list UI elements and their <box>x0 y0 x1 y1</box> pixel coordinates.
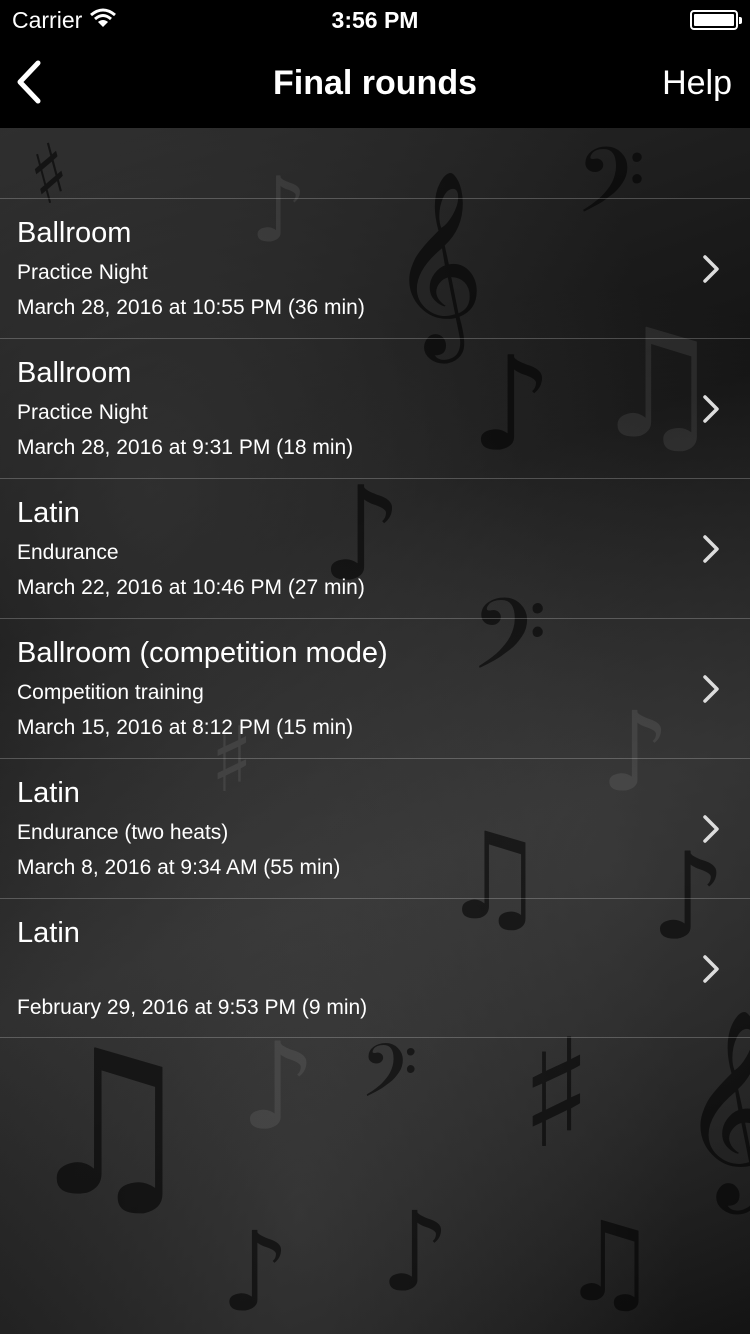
treble-clef-icon: 𝄞 <box>680 1008 750 1206</box>
round-row[interactable]: Ballroom Practice Night March 28, 2016 a… <box>0 338 750 478</box>
round-title: Ballroom (competition mode) <box>17 637 388 669</box>
round-date: March 15, 2016 at 8:12 PM (15 min) <box>17 716 354 739</box>
round-date: March 28, 2016 at 9:31 PM (18 min) <box>17 436 354 459</box>
carrier-label: Carrier <box>12 6 83 33</box>
beamed-notes-icon: ♫ <box>560 1198 659 1326</box>
chevron-right-icon <box>703 535 719 563</box>
eighth-note-icon: ♪ <box>380 1188 451 1316</box>
round-date: March 28, 2016 at 10:55 PM (36 min) <box>17 296 365 319</box>
rounds-list: Ballroom Practice Night March 28, 2016 a… <box>0 198 750 1038</box>
round-row[interactable]: Ballroom (competition mode) Competition … <box>0 618 750 758</box>
round-subtitle: Endurance <box>17 541 119 564</box>
chevron-right-icon <box>703 675 719 703</box>
round-subtitle: Practice Night <box>17 401 148 424</box>
round-row[interactable]: Latin Endurance (two heats) March 8, 201… <box>0 758 750 898</box>
status-bar: Carrier 3:56 PM <box>0 0 750 40</box>
round-date: February 29, 2016 at 9:53 PM (9 min) <box>17 996 368 1019</box>
round-title: Latin <box>17 917 80 949</box>
round-subtitle: Competition training <box>17 681 204 704</box>
help-button[interactable]: Help <box>662 64 732 103</box>
chevron-right-icon <box>703 255 719 283</box>
round-row[interactable]: Latin Endurance March 22, 2016 at 10:46 … <box>0 478 750 618</box>
page-title: Final rounds <box>273 64 477 102</box>
status-left: Carrier <box>12 6 117 34</box>
bass-clef-icon: 𝄢 <box>360 1028 418 1133</box>
chevron-right-icon <box>703 955 719 983</box>
round-title: Latin <box>17 777 80 809</box>
round-date: March 8, 2016 at 9:34 AM (55 min) <box>17 856 341 879</box>
round-row[interactable]: Ballroom Practice Night March 28, 2016 a… <box>0 198 750 338</box>
chevron-right-icon <box>703 395 719 423</box>
round-date: March 22, 2016 at 10:46 PM (27 min) <box>17 576 365 599</box>
chevron-right-icon <box>703 815 719 843</box>
round-subtitle: Practice Night <box>17 261 148 284</box>
eighth-note-icon: ♪ <box>240 1018 317 1157</box>
navigation-bar: Final rounds Help <box>0 40 750 128</box>
eighth-note-icon: ♪ <box>220 1208 291 1334</box>
battery-icon <box>690 10 742 30</box>
round-title: Latin <box>17 497 80 529</box>
round-row[interactable]: Latin February 29, 2016 at 9:53 PM (9 mi… <box>0 898 750 1038</box>
round-title: Ballroom <box>17 217 132 249</box>
round-title: Ballroom <box>17 357 132 389</box>
round-subtitle: Endurance (two heats) <box>17 821 229 844</box>
wifi-icon <box>90 7 117 34</box>
beamed-notes-icon: ♫ <box>20 1008 200 1241</box>
